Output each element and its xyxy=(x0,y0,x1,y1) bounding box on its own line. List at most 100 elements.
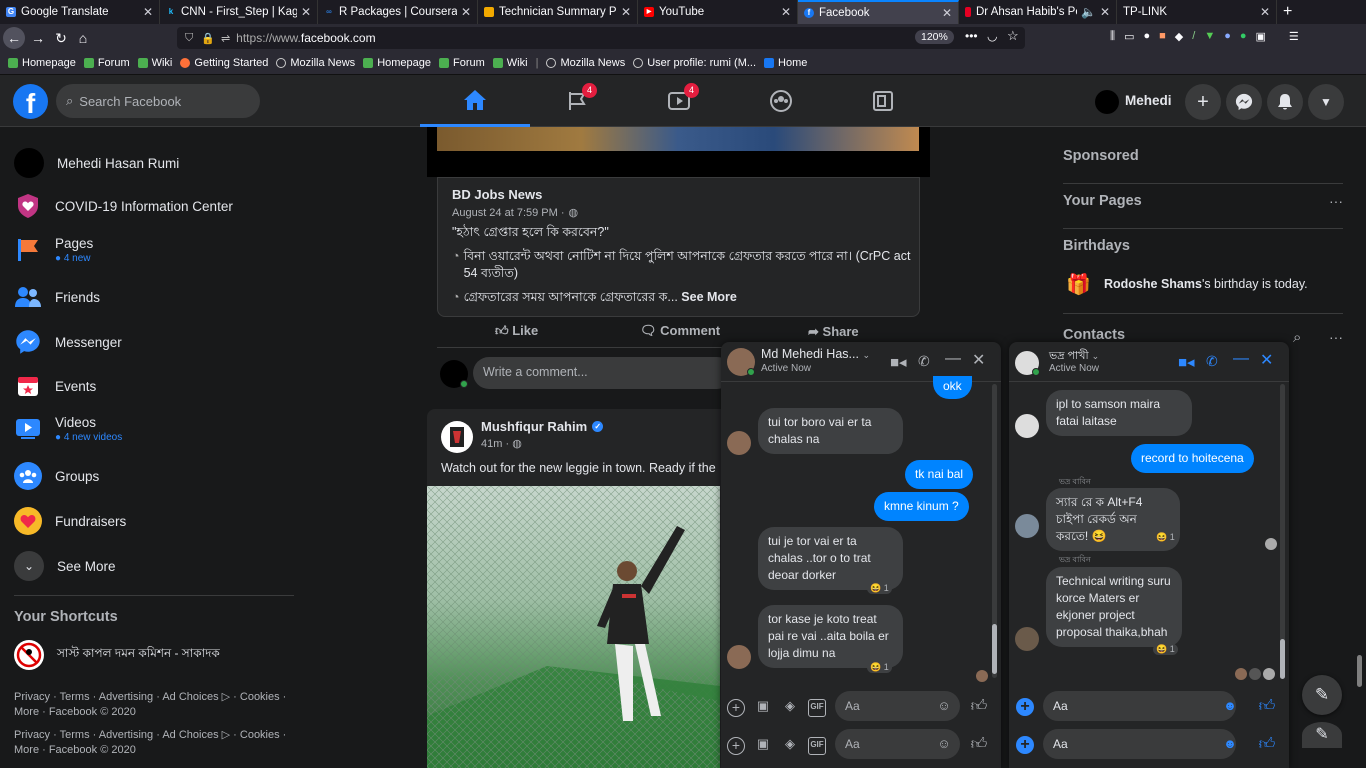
sidebar-icon[interactable]: ▭ xyxy=(1124,30,1134,43)
nav-home[interactable] xyxy=(420,75,530,127)
tab-google-translate[interactable]: G Google Translate ✕ xyxy=(0,0,160,24)
close-tab-icon[interactable]: ✕ xyxy=(461,5,471,19)
post-photo[interactable] xyxy=(427,486,720,768)
bookmark-item[interactable]: Forum xyxy=(83,57,130,69)
profile-name[interactable]: Mehedi xyxy=(1125,93,1172,108)
sidebar-item-fundraisers[interactable]: Fundraisers xyxy=(14,507,126,535)
account-icon[interactable]: ● xyxy=(1143,30,1150,43)
close-tab-icon[interactable]: ✕ xyxy=(1100,5,1110,19)
plus-icon[interactable]: + xyxy=(1016,736,1034,754)
birthday-text[interactable]: Rodoshe Shams's birthday is today. xyxy=(1104,277,1308,291)
chat-header[interactable]: ভদ্র পাখী ⌄ Active Now ■◂ ✆ — ✕ xyxy=(1009,342,1289,382)
close-tab-icon[interactable]: ✕ xyxy=(301,5,311,19)
sidebar-item-profile[interactable]: Mehedi Hasan Rumi xyxy=(14,148,179,178)
more-options-icon[interactable]: ··· xyxy=(1329,329,1343,345)
gif-icon[interactable]: GIF xyxy=(808,737,826,755)
author-avatar[interactable] xyxy=(441,421,473,453)
sidebar-item-messenger[interactable]: Messenger xyxy=(14,328,122,356)
scrollbar[interactable] xyxy=(992,384,997,678)
create-button[interactable]: + xyxy=(1185,84,1221,120)
tab-facebook[interactable]: f Facebook ✕ xyxy=(798,0,959,24)
message-outgoing[interactable]: kmne kinum ? xyxy=(874,492,969,521)
library-icon[interactable]: ⫼ xyxy=(1110,30,1115,43)
profile-avatar[interactable] xyxy=(1095,90,1119,114)
extension-icon[interactable]: ◆ xyxy=(1175,30,1183,43)
sidebar-item-videos[interactable]: Videos ● 4 new videos xyxy=(14,415,122,443)
video-call-icon[interactable]: ■◂ xyxy=(1178,353,1195,371)
thumbs-up-icon[interactable]: 👍︎ xyxy=(1258,735,1276,753)
comment-button[interactable]: 🗨︎ Comment xyxy=(640,323,720,339)
message-incoming[interactable]: tor kase je koto treat pai re vai ..aita… xyxy=(758,605,903,668)
share-button[interactable]: ➦ Share xyxy=(808,324,859,340)
close-tab-icon[interactable]: ✕ xyxy=(621,5,631,19)
bookmark-item[interactable]: Homepage xyxy=(363,57,431,69)
new-tab-button[interactable]: + xyxy=(1277,0,1307,24)
gif-icon[interactable]: GIF xyxy=(808,699,826,717)
bookmark-item[interactable]: Mozilla News xyxy=(546,57,625,69)
plus-icon[interactable]: + xyxy=(1016,698,1034,716)
bookmark-item[interactable]: Getting Started xyxy=(180,57,268,69)
scrollbar[interactable] xyxy=(1280,384,1285,679)
notifications-button[interactable] xyxy=(1267,84,1303,120)
sidebar-item-friends[interactable]: Friends xyxy=(14,283,100,311)
image-icon[interactable]: ▣ xyxy=(754,698,772,716)
reaction-badge[interactable]: 😆 1 xyxy=(867,583,892,594)
tab-kaggle[interactable]: k CNN - First_Step | Kaggle ✕ xyxy=(160,0,318,24)
search-input[interactable]: ⌕ Search Facebook xyxy=(56,84,260,118)
emoji-icon[interactable]: ☺ xyxy=(935,736,953,754)
extension-icon[interactable]: ▼ xyxy=(1204,30,1215,43)
extension-icon[interactable]: / xyxy=(1192,30,1195,43)
message-outgoing[interactable]: okk xyxy=(933,376,972,399)
extension-icon[interactable]: ● xyxy=(1240,30,1247,43)
thumbs-up-icon[interactable]: 👍︎ xyxy=(970,697,988,715)
minimize-icon[interactable]: — xyxy=(1233,350,1249,368)
bookmark-item[interactable]: Wiki xyxy=(137,57,172,69)
nav-watch[interactable]: 4 xyxy=(624,75,734,127)
shared-post-card[interactable]: BD Jobs News August 24 at 7:59 PM · ◍ "হঠ… xyxy=(437,177,920,317)
tab-dr-ahsan[interactable]: Dr Ahsan Habib's Personal 🔈 ✕ xyxy=(959,0,1117,24)
nav-gaming[interactable] xyxy=(828,75,938,127)
nav-groups[interactable] xyxy=(726,75,836,127)
sidebar-item-see-more[interactable]: ⌄ See More xyxy=(14,551,116,581)
more-options-icon[interactable]: ··· xyxy=(1329,193,1343,209)
sidebar-item-events[interactable]: Events xyxy=(14,372,96,400)
post-image-bottom[interactable] xyxy=(427,127,930,177)
phone-icon[interactable]: ✆ xyxy=(1206,353,1218,370)
bookmark-item[interactable]: Homepage xyxy=(8,57,76,69)
extension-icon[interactable]: ■ xyxy=(1159,30,1166,43)
message-incoming[interactable]: tui je tor vai er ta chalas ..tor o to t… xyxy=(758,527,903,590)
message-input[interactable]: Aa xyxy=(1043,691,1236,721)
like-button[interactable]: 👍︎ Like xyxy=(495,323,538,339)
account-menu-button[interactable]: ▼ xyxy=(1308,84,1344,120)
speaker-icon[interactable]: 🔈 xyxy=(1081,5,1096,19)
bookmark-star-icon[interactable]: ☆ xyxy=(1007,28,1019,44)
close-tab-icon[interactable]: ✕ xyxy=(1260,5,1270,19)
url-bar[interactable]: ⛉ 🔒 ⇌ https://www. facebook.com 120% ••• … xyxy=(177,27,1025,49)
video-call-icon[interactable]: ■◂ xyxy=(890,353,907,371)
reload-button[interactable]: ↻ xyxy=(50,27,72,49)
phone-icon[interactable]: ✆ xyxy=(918,353,930,370)
post-author[interactable]: BD Jobs News xyxy=(452,187,542,202)
footer-links[interactable]: Privacy · Terms · Advertising · Ad Choic… xyxy=(14,728,294,758)
close-icon[interactable]: ✕ xyxy=(972,350,985,370)
tab-technician-summary[interactable]: Technician Summary Print ✕ xyxy=(478,0,638,24)
home-button[interactable]: ⌂ xyxy=(72,27,94,49)
post-author[interactable]: Mushfiqur Rahim ✓ xyxy=(481,419,604,434)
plus-icon[interactable]: + xyxy=(727,737,745,755)
page-actions-icon[interactable]: ••• xyxy=(965,29,978,43)
footer-links[interactable]: Privacy · Terms · Advertising · Ad Choic… xyxy=(14,690,294,720)
reaction-badge[interactable]: 😆 1 xyxy=(1153,532,1178,543)
message-incoming[interactable]: Technical writing suru korce Maters er e… xyxy=(1046,567,1182,647)
extension-icon[interactable]: ▣ xyxy=(1256,30,1266,43)
menu-icon[interactable]: ☰ xyxy=(1289,30,1299,43)
thumbs-up-icon[interactable]: 👍︎ xyxy=(970,735,988,753)
plus-icon[interactable]: + xyxy=(727,699,745,717)
facebook-logo-icon[interactable]: f xyxy=(13,84,48,119)
message-incoming[interactable]: tui tor boro vai er ta chalas na xyxy=(758,408,903,454)
zoom-level[interactable]: 120% xyxy=(915,30,954,44)
bookmark-item[interactable]: Home xyxy=(764,57,807,69)
sidebar-item-pages[interactable]: Pages ● 4 new xyxy=(14,236,93,264)
new-message-button[interactable]: ✎ xyxy=(1302,722,1342,748)
close-tab-icon[interactable]: ✕ xyxy=(781,5,791,19)
search-icon[interactable]: ⌕ xyxy=(1293,329,1301,346)
